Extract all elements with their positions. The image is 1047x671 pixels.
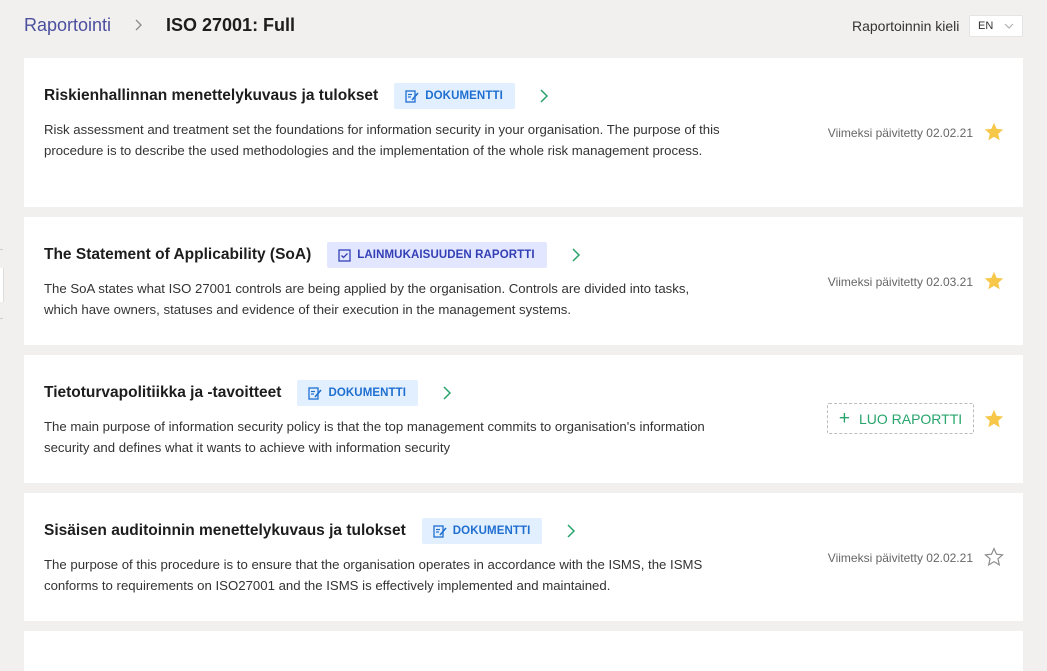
sidebar-collapse-handle[interactable] xyxy=(0,268,4,302)
checkbox-icon xyxy=(338,248,351,262)
document-badge[interactable]: DOKUMENTTI xyxy=(421,518,543,544)
report-title[interactable]: Tietoturvapolitiikka ja -tavoitteet xyxy=(44,384,281,402)
last-updated: Viimeksi päivitetty 02.02.21 xyxy=(827,551,973,565)
badge-label: DOKUMENTTI xyxy=(328,387,407,399)
create-report-label: LUO RAPORTTI xyxy=(858,410,963,427)
page-title: ISO 27001: Full xyxy=(166,15,296,35)
report-description: The main purpose of information security… xyxy=(44,419,705,455)
badge-label: DOKUMENTTI xyxy=(452,525,531,537)
card-title-row: Riskienhallinnan menettelykuvaus ja tulo… xyxy=(44,82,551,110)
language-selected-value: EN xyxy=(978,20,994,32)
card-title-row: Sisäisen auditoinnin menettelykuvaus ja … xyxy=(44,517,578,545)
card-title-row: Tietoturvapolitiikka ja -tavoitteet DOKU… xyxy=(44,379,454,407)
report-title[interactable]: The Statement of Applicability (SoA) xyxy=(44,246,311,264)
star-filled-icon[interactable] xyxy=(983,408,1005,430)
report-title[interactable]: Sisäisen auditoinnin menettelykuvaus ja … xyxy=(44,522,406,540)
report-card: Sisäisen auditoinnin menettelykuvaus ja … xyxy=(24,493,1023,621)
chevron-down-icon xyxy=(1004,23,1014,29)
top-bar: Raportointi ISO 27001: Full Raportoinnin… xyxy=(0,0,1047,56)
report-description: The SoA states what ISO 27001 controls a… xyxy=(44,281,690,317)
report-card: Riskienhallinnan menettelykuvaus ja tulo… xyxy=(24,58,1023,207)
document-badge[interactable]: DOKUMENTTI xyxy=(394,83,515,109)
chevron-right-icon[interactable] xyxy=(564,524,578,538)
report-card: The Statement of Applicability (SoA) LAI… xyxy=(24,217,1023,345)
document-badge[interactable]: DOKUMENTTI xyxy=(297,380,419,406)
star-outline-icon[interactable] xyxy=(983,546,1005,568)
compliance-report-badge[interactable]: LAINMUKAISUUDEN RAPORTTI xyxy=(327,242,547,268)
report-description: The purpose of this procedure is to ensu… xyxy=(44,557,703,593)
last-updated: Viimeksi päivitetty 02.03.21 xyxy=(827,275,973,289)
badge-label: LAINMUKAISUUDEN RAPORTTI xyxy=(357,249,535,261)
edit-document-icon xyxy=(405,89,419,103)
chevron-right-icon[interactable] xyxy=(537,89,551,103)
card-title-row: The Statement of Applicability (SoA) LAI… xyxy=(44,241,583,269)
language-label: Raportoinnin kieli xyxy=(852,18,960,34)
last-updated: Viimeksi päivitetty 02.02.21 xyxy=(827,126,973,140)
star-filled-icon[interactable] xyxy=(983,270,1005,292)
report-card: Tietoturvapolitiikka ja -tavoitteet DOKU… xyxy=(24,355,1023,483)
report-title[interactable]: Riskienhallinnan menettelykuvaus ja tulo… xyxy=(44,87,378,105)
star-filled-icon[interactable] xyxy=(983,121,1005,143)
edit-document-icon xyxy=(433,524,447,538)
create-report-button[interactable]: + LUO RAPORTTI xyxy=(827,403,974,434)
language-select[interactable]: EN xyxy=(969,15,1023,37)
badge-label: DOKUMENTTI xyxy=(425,90,503,102)
edit-document-icon xyxy=(308,386,323,400)
chevron-right-icon[interactable] xyxy=(569,248,583,262)
divider xyxy=(0,318,3,319)
report-description: Risk assessment and treatment set the fo… xyxy=(44,122,720,158)
chevron-right-icon[interactable] xyxy=(440,386,454,400)
report-card xyxy=(24,631,1023,671)
divider xyxy=(0,249,3,250)
plus-icon: + xyxy=(838,408,850,429)
chevron-right-icon xyxy=(135,19,142,31)
breadcrumb-root-link[interactable]: Raportointi xyxy=(24,15,111,36)
